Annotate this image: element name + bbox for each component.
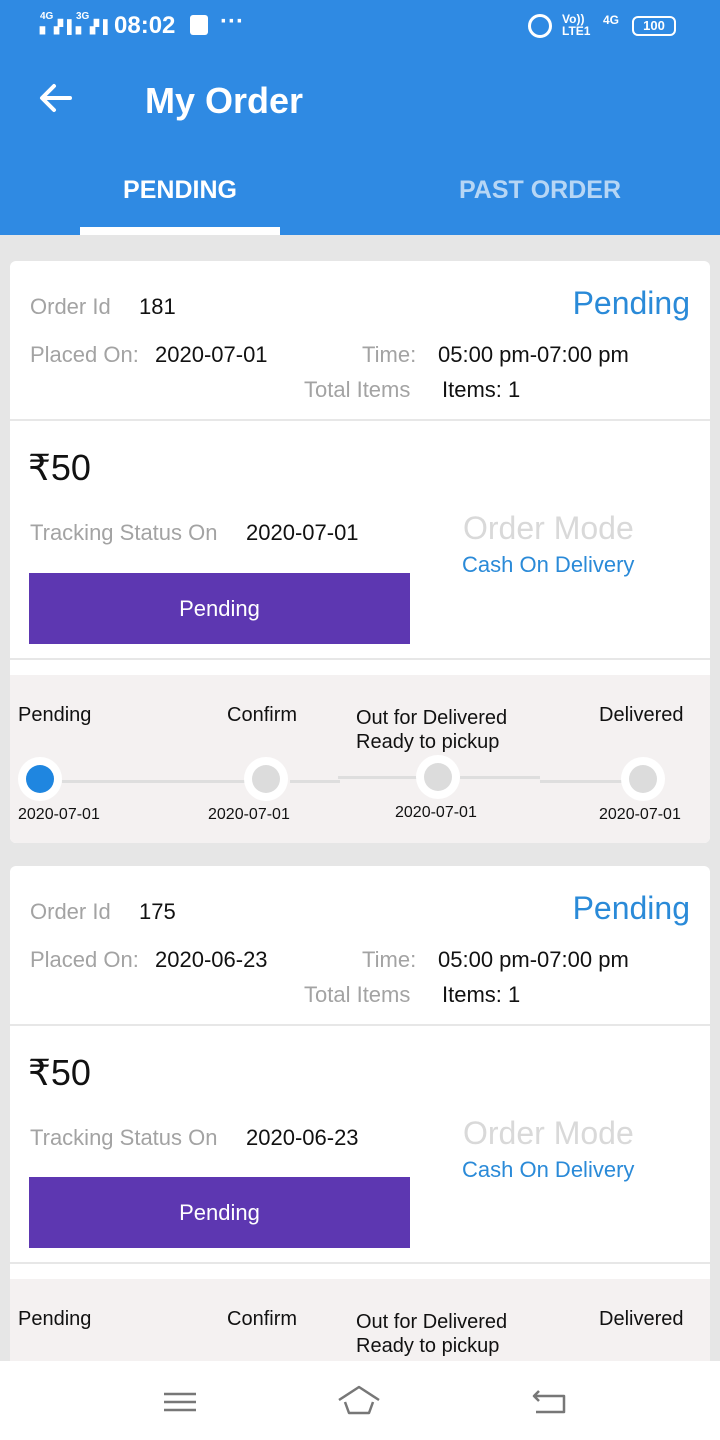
placed-on-value: 2020-06-23 bbox=[155, 947, 268, 972]
divider bbox=[10, 1024, 710, 1026]
payment-mode-value: Cash On Delivery bbox=[462, 1157, 635, 1182]
placed-on-value: 2020-07-01 bbox=[155, 342, 268, 367]
timeline-line bbox=[540, 780, 622, 783]
payment-mode-value: Cash On Delivery bbox=[462, 552, 635, 577]
status-bar: 4G ▖▗▘▌ 3G ▖▗▘▌ 08:02 ··· Vo)) LTE1 4G 1… bbox=[0, 0, 720, 52]
stage-out-for-delivery-dot bbox=[416, 755, 460, 799]
tracking-date-value: 2020-07-01 bbox=[246, 520, 359, 545]
divider bbox=[10, 658, 710, 660]
order-amount: ₹50 bbox=[28, 447, 91, 488]
tracking-status-label: Tracking Status On bbox=[30, 520, 218, 545]
stage-out-for-delivery-label: Out for Delivered Ready to pickup bbox=[356, 1311, 508, 1357]
menu-icon[interactable] bbox=[157, 1379, 203, 1425]
stage-delivered-label: Delivered bbox=[599, 704, 684, 726]
tracking-timeline: Pending Confirm Out for Delivered Ready … bbox=[10, 1279, 710, 1361]
order-card[interactable]: Order Id 175 Pending Placed On: 2020-06-… bbox=[10, 866, 710, 1361]
status-button[interactable]: Pending bbox=[29, 1177, 410, 1248]
order-mode-label: Order Mode bbox=[463, 510, 634, 546]
status-button[interactable]: Pending bbox=[29, 573, 410, 644]
home-icon[interactable] bbox=[336, 1379, 382, 1425]
order-amount: ₹50 bbox=[28, 1052, 91, 1093]
signal-sim1-icon: 4G ▖▗▘▌ bbox=[40, 11, 76, 34]
tab-pending[interactable]: PENDING bbox=[0, 176, 360, 205]
stage-pending-label: Pending bbox=[18, 704, 92, 726]
battery-icon: 100 bbox=[632, 16, 676, 36]
signal-sim2-icon: 3G ▖▗▘▌ bbox=[76, 11, 112, 34]
timeline-line bbox=[290, 780, 340, 783]
back-nav-icon[interactable] bbox=[525, 1379, 571, 1425]
order-id-value: 181 bbox=[139, 294, 176, 319]
timeline-line bbox=[460, 776, 540, 779]
stage-confirm-label: Confirm bbox=[227, 1308, 298, 1330]
more-notifications-icon: ··· bbox=[220, 8, 244, 35]
placed-on-label: Placed On: bbox=[30, 947, 139, 972]
stage-delivered-label: Delivered bbox=[599, 1308, 684, 1330]
timeline-line bbox=[338, 776, 422, 779]
back-arrow-icon[interactable] bbox=[36, 78, 76, 118]
system-nav-bar bbox=[0, 1361, 720, 1440]
alarm-icon bbox=[528, 14, 552, 38]
total-items-label: Total Items bbox=[304, 982, 411, 1007]
total-items-value: Items: 1 bbox=[442, 377, 521, 402]
tracking-timeline: Pending Confirm Out for Delivered Ready … bbox=[10, 675, 710, 843]
order-status: Pending bbox=[572, 890, 690, 926]
stage-out-for-delivery-date: 2020-07-01 bbox=[395, 804, 477, 821]
stage-confirm-date: 2020-07-01 bbox=[208, 806, 290, 823]
status-time: 08:02 bbox=[114, 12, 176, 39]
tab-past-order[interactable]: PAST ORDER bbox=[360, 176, 720, 205]
stage-delivered-dot bbox=[621, 757, 665, 801]
clipboard-check-icon bbox=[190, 15, 208, 35]
divider bbox=[10, 1262, 710, 1264]
stage-pending-label: Pending bbox=[18, 1308, 92, 1330]
order-card[interactable]: Order Id 181 Pending Placed On: 2020-07-… bbox=[10, 261, 710, 843]
order-id-label: Order Id bbox=[30, 294, 111, 319]
time-value: 05:00 pm-07:00 pm bbox=[438, 947, 629, 972]
placed-on-label: Placed On: bbox=[30, 342, 139, 367]
stage-confirm-label: Confirm bbox=[227, 704, 298, 726]
stage-out-for-delivery-label: Out for Delivered Ready to pickup bbox=[356, 707, 508, 753]
page-title: My Order bbox=[145, 80, 304, 121]
volte-indicator: Vo)) LTE1 bbox=[562, 12, 591, 38]
network-type: 4G bbox=[603, 13, 620, 27]
stage-delivered-date: 2020-07-01 bbox=[599, 806, 681, 823]
tracking-status-label: Tracking Status On bbox=[30, 1125, 218, 1150]
time-label: Time: bbox=[362, 342, 417, 367]
total-items-value: Items: 1 bbox=[442, 982, 521, 1007]
tracking-date-value: 2020-06-23 bbox=[246, 1125, 359, 1150]
stage-confirm-dot bbox=[244, 757, 288, 801]
order-mode-label: Order Mode bbox=[463, 1115, 634, 1151]
timeline-line bbox=[62, 780, 246, 783]
order-id-label: Order Id bbox=[30, 899, 111, 924]
stage-pending-dot bbox=[18, 757, 62, 801]
time-value: 05:00 pm-07:00 pm bbox=[438, 342, 629, 367]
order-status: Pending bbox=[572, 285, 690, 321]
time-label: Time: bbox=[362, 947, 417, 972]
app-bar: 4G ▖▗▘▌ 3G ▖▗▘▌ 08:02 ··· Vo)) LTE1 4G 1… bbox=[0, 0, 720, 235]
order-id-value: 175 bbox=[139, 899, 176, 924]
total-items-label: Total Items bbox=[304, 377, 411, 402]
stage-pending-date: 2020-07-01 bbox=[18, 806, 100, 823]
tab-indicator bbox=[80, 227, 280, 235]
divider bbox=[10, 419, 710, 421]
